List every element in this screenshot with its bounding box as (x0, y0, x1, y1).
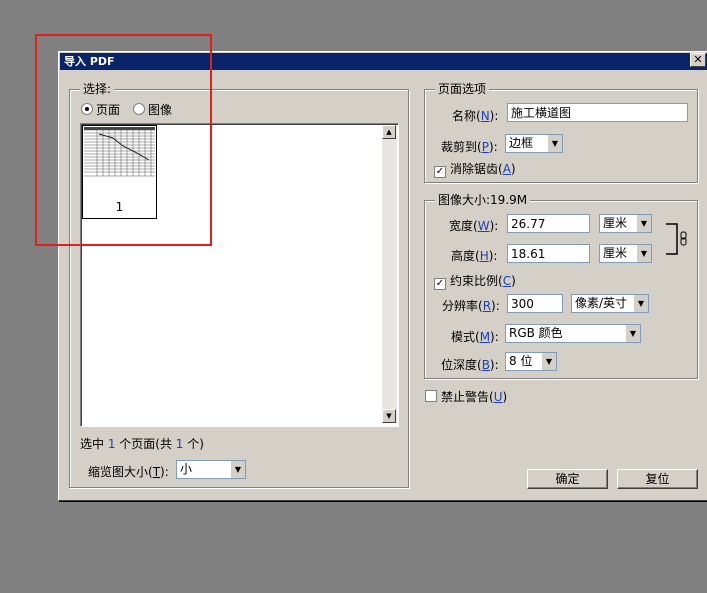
reset-button-label: 复位 (645, 472, 670, 486)
depth-label-pre: 位深度( (441, 358, 482, 372)
mode-value: RGB 颜色 (509, 326, 563, 340)
thumb-size-label-post: ): (160, 465, 169, 479)
chevron-down-icon[interactable]: ▼ (547, 135, 562, 152)
mode-label-pre: 模式( (451, 330, 480, 344)
close-icon: ✕ (693, 53, 703, 66)
suppress-warnings-label-post: ) (502, 390, 508, 404)
resolution-label: 分辨率(R): (442, 297, 500, 314)
name-field[interactable]: 施工横道图 (507, 103, 688, 122)
mode-select[interactable]: RGB 颜色 ▼ (505, 324, 641, 343)
width-label-pre: 宽度( (449, 219, 478, 233)
height-unit-select[interactable]: 厘米 ▼ (599, 244, 652, 263)
name-label: 名称(N): (452, 107, 498, 124)
crop-value: 边框 (509, 136, 534, 150)
constrain-key: C (502, 274, 512, 288)
height-label-pre: 高度( (451, 249, 480, 263)
name-label-post: ): (489, 109, 499, 123)
antialias-label-post: ) (510, 162, 516, 176)
resolution-unit-value: 像素/英寸 (575, 296, 628, 310)
width-unit-value: 厘米 (603, 216, 628, 230)
thumb-size-key: T (152, 465, 161, 479)
suppress-warnings-checkbox[interactable] (425, 390, 437, 402)
antialias-option[interactable]: ✓ 消除锯齿(A) (434, 160, 516, 178)
chevron-down-icon[interactable]: ▼ (230, 461, 245, 478)
constrain-label-post: ) (511, 274, 516, 288)
height-field[interactable]: 18.61 (507, 244, 590, 263)
close-button[interactable]: ✕ (690, 53, 706, 67)
scroll-down-icon[interactable]: ▼ (382, 409, 396, 423)
thumb-size-label: 缩览图大小(T): (88, 463, 169, 480)
thumb-size-value: 小 (180, 462, 193, 476)
chevron-down-icon[interactable]: ▼ (625, 325, 640, 342)
resolution-value: 300 (511, 297, 534, 311)
depth-key: B (481, 358, 490, 372)
constrain-label-pre: 约束比例( (450, 274, 503, 288)
ok-button[interactable]: 确定 (527, 469, 608, 489)
constrain-checkbox[interactable]: ✓ (434, 278, 446, 290)
name-value: 施工横道图 (511, 106, 572, 120)
resolution-label-post: ): (491, 299, 500, 313)
chevron-down-icon[interactable]: ▼ (636, 215, 651, 232)
selection-status-mid: 个页面(共 (115, 437, 176, 451)
resolution-unit-select[interactable]: 像素/英寸 ▼ (571, 294, 649, 313)
antialias-checkbox[interactable]: ✓ (434, 166, 446, 178)
reset-button[interactable]: 复位 (617, 469, 698, 489)
selection-status-text: 选中 (80, 437, 108, 451)
mode-key: M (479, 330, 491, 344)
antialias-key: A (502, 162, 511, 176)
selection-status: 选中 1 个页面(共 1 个) (80, 435, 204, 452)
depth-select[interactable]: 8 位 ▼ (505, 352, 557, 371)
thumb-size-label-pre: 缩览图大小( (88, 465, 153, 479)
width-label: 宽度(W): (449, 217, 498, 234)
image-size-legend: 图像大小:19.9M (435, 193, 531, 207)
crop-select[interactable]: 边框 ▼ (505, 134, 563, 153)
height-unit-value: 厘米 (603, 246, 628, 260)
thumbnail-scrollbar[interactable]: ▲ ▼ (382, 125, 397, 423)
chevron-down-icon[interactable]: ▼ (633, 295, 648, 312)
selection-status-end: 个) (183, 437, 204, 451)
ok-button-label: 确定 (555, 472, 580, 486)
width-unit-select[interactable]: 厘米 ▼ (599, 214, 652, 233)
chain-link-icon (680, 231, 687, 246)
height-key: H (479, 249, 489, 263)
scroll-up-icon[interactable]: ▲ (382, 125, 396, 139)
name-label-pre: 名称( (452, 109, 481, 123)
suppress-warnings-label-pre: 禁止警告( (441, 390, 494, 404)
crop-label-post: ): (488, 140, 498, 154)
crop-key: P (481, 140, 489, 154)
name-key: N (480, 109, 490, 123)
depth-value: 8 位 (509, 354, 533, 368)
highlight-box (35, 34, 212, 246)
resolution-label-pre: 分辨率( (442, 299, 483, 313)
depth-label: 位深度(B): (441, 356, 499, 373)
antialias-label-pre: 消除锯齿( (450, 162, 503, 176)
crop-label-pre: 裁剪到( (441, 140, 482, 154)
mode-label: 模式(M): (451, 328, 499, 345)
width-field[interactable]: 26.77 (507, 214, 590, 233)
width-label-post: ): (489, 219, 499, 233)
resolution-key: R (482, 299, 492, 313)
height-label: 高度(H): (451, 247, 497, 264)
chevron-down-icon[interactable]: ▼ (541, 353, 556, 370)
height-label-post: ): (488, 249, 498, 263)
page-options-legend: 页面选项 (435, 82, 490, 96)
width-value: 26.77 (511, 217, 546, 231)
thumb-size-select[interactable]: 小 ▼ (176, 460, 246, 479)
suppress-warnings-option[interactable]: 禁止警告(U) (425, 388, 507, 405)
width-key: W (477, 219, 490, 233)
height-value: 18.61 (511, 247, 546, 261)
constrain-option[interactable]: ✓ 约束比例(C) (434, 272, 516, 290)
mode-label-post: ): (490, 330, 499, 344)
depth-label-post: ): (489, 358, 499, 372)
crop-label: 裁剪到(P): (441, 138, 498, 155)
resolution-field[interactable]: 300 (507, 294, 563, 313)
chevron-down-icon[interactable]: ▼ (636, 245, 651, 262)
